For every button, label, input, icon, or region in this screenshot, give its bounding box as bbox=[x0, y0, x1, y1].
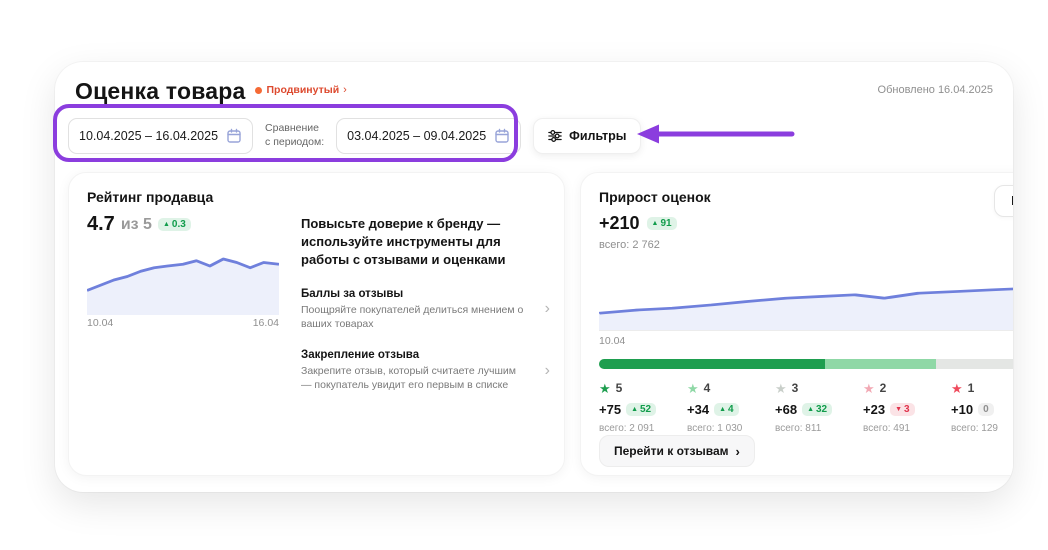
calendar-icon bbox=[226, 128, 242, 144]
period-date-value: 10.04.2025 – 16.04.2025 bbox=[79, 129, 218, 143]
promo-item-points[interactable]: Баллы за отзывы Поощряйте покупателей де… bbox=[301, 288, 550, 331]
growth-axis-label: 10.04 bbox=[599, 335, 625, 347]
star-total: всего: 491 bbox=[863, 423, 951, 434]
plan-badge-label: Продвинутый bbox=[266, 84, 339, 96]
star-label: 1 bbox=[968, 381, 975, 395]
growth-chart bbox=[599, 263, 1013, 331]
star-icon: ★ bbox=[687, 382, 699, 395]
arrow-up-icon: ▲ bbox=[807, 406, 814, 413]
compare-period-label: Сравнение с периодом: bbox=[265, 122, 324, 149]
star-total: всего: 811 bbox=[775, 423, 863, 434]
star-delta: +75 bbox=[599, 402, 621, 417]
distribution-bar bbox=[599, 359, 1013, 369]
promo-column: Повысьте доверие к бренду — используйте … bbox=[301, 215, 550, 392]
arrow-up-icon: ▲ bbox=[719, 406, 726, 413]
seller-rating-value-row: 4.7 из 5 ▲0.3 bbox=[87, 213, 191, 236]
compare-date-value: 03.04.2025 – 09.04.2025 bbox=[347, 129, 486, 143]
star-summary-3: ★ 3 +68 ▲32 всего: 811 bbox=[775, 381, 863, 434]
stars-summary-row: ★ 5 +75 ▲52 всего: 2 091 ★ 4 +34 ▲4 всего: 1… bbox=[599, 381, 1013, 434]
growth-delta-badge: ▲91 bbox=[647, 217, 677, 230]
card-header: Оценка товара Продвинутый › Обновлено 16… bbox=[75, 78, 993, 105]
arrow-down-icon: ▼ bbox=[895, 406, 902, 413]
page-title: Оценка товара bbox=[75, 78, 245, 105]
chevron-right-icon: › bbox=[736, 444, 740, 459]
arrow-up-icon: ▲ bbox=[631, 406, 638, 413]
sparkline-axis-labels: 10.04 16.04 bbox=[87, 317, 279, 329]
updated-timestamp: Обновлено 16.04.2025 bbox=[878, 84, 993, 96]
go-to-reviews-label: Перейти к отзывам bbox=[614, 444, 729, 458]
star-icon: ★ bbox=[863, 382, 875, 395]
seller-rating-sparkline bbox=[87, 245, 279, 315]
filters-button[interactable]: Фильтры bbox=[533, 118, 641, 154]
star-change-badge: 0 bbox=[978, 403, 994, 416]
ratings-growth-title: Прирост оценок bbox=[599, 189, 711, 205]
ratings-growth-panel: Прирост оценок По дням +210 ▲91 всего: 2… bbox=[580, 172, 1013, 476]
seller-rating-panel: Рейтинг продавца 4.7 из 5 ▲0.3 10.04 16.… bbox=[68, 172, 565, 476]
star-label: 4 bbox=[704, 381, 711, 395]
distribution-segment bbox=[825, 359, 936, 369]
compare-date-picker[interactable]: 03.04.2025 – 09.04.2025 bbox=[336, 118, 521, 154]
seller-rating-title: Рейтинг продавца bbox=[87, 189, 213, 205]
axis-end-label: 16.04 bbox=[253, 317, 279, 329]
seller-rating-delta-badge: ▲0.3 bbox=[158, 218, 191, 231]
filters-label: Фильтры bbox=[569, 129, 626, 143]
star-total: всего: 2 091 bbox=[599, 423, 687, 434]
period-date-picker[interactable]: 10.04.2025 – 16.04.2025 bbox=[68, 118, 253, 154]
promo-item-title: Баллы за отзывы bbox=[301, 288, 529, 300]
promo-item-desc: Закрепите отзыв, который считаете лучшим… bbox=[301, 364, 529, 392]
chevron-right-icon: › bbox=[343, 85, 347, 96]
distribution-segment bbox=[599, 359, 825, 369]
star-delta: +68 bbox=[775, 402, 797, 417]
star-icon: ★ bbox=[951, 382, 963, 395]
promo-item-title: Закрепление отзыва bbox=[301, 349, 529, 361]
filters-icon bbox=[548, 129, 562, 143]
star-delta: +34 bbox=[687, 402, 709, 417]
calendar-icon bbox=[494, 128, 510, 144]
star-icon: ★ bbox=[599, 382, 611, 395]
promo-item-desc: Поощряйте покупателей делиться мнением о… bbox=[301, 303, 529, 331]
star-change-badge: ▲32 bbox=[802, 403, 832, 416]
seller-rating-scale: из 5 bbox=[121, 216, 152, 234]
go-to-reviews-button[interactable]: Перейти к отзывам › bbox=[599, 435, 755, 467]
promo-item-pin-review[interactable]: Закрепление отзыва Закрепите отзыв, кото… bbox=[301, 349, 550, 392]
chevron-right-icon: › bbox=[545, 362, 550, 380]
star-change-badge: ▼3 bbox=[890, 403, 915, 416]
star-total: всего: 1 030 bbox=[687, 423, 775, 434]
star-delta: +23 bbox=[863, 402, 885, 417]
promo-item-text: Баллы за отзывы Поощряйте покупателей де… bbox=[301, 288, 529, 331]
arrow-up-icon: ▲ bbox=[652, 220, 659, 227]
promo-heading: Повысьте доверие к бренду — используйте … bbox=[301, 215, 551, 270]
star-total: всего: 129 bbox=[951, 423, 1013, 434]
axis-start-label: 10.04 bbox=[87, 317, 113, 329]
star-summary-5: ★ 5 +75 ▲52 всего: 2 091 bbox=[599, 381, 687, 434]
arrow-up-icon: ▲ bbox=[163, 221, 170, 228]
distribution-segment bbox=[936, 359, 1013, 369]
growth-delta-row: +210 ▲91 bbox=[599, 213, 677, 234]
promo-item-text: Закрепление отзыва Закрепите отзыв, кото… bbox=[301, 349, 529, 392]
star-label: 5 bbox=[616, 381, 623, 395]
star-label: 3 bbox=[792, 381, 799, 395]
star-summary-2: ★ 2 +23 ▼3 всего: 491 bbox=[863, 381, 951, 434]
period-mode-button[interactable]: По дням bbox=[994, 185, 1013, 217]
star-delta: +10 bbox=[951, 402, 973, 417]
screenshot-stage: Оценка товара Продвинутый › Обновлено 16… bbox=[0, 0, 1048, 550]
star-summary-1: ★ 1 +10 0 всего: 129 bbox=[951, 381, 1013, 434]
star-change-badge: ▲52 bbox=[626, 403, 656, 416]
chevron-right-icon: › bbox=[545, 300, 550, 318]
plan-badge[interactable]: Продвинутый › bbox=[255, 84, 346, 96]
toolbar: 10.04.2025 – 16.04.2025 Сравнение с пери… bbox=[68, 118, 641, 154]
plan-dot-icon bbox=[255, 87, 262, 94]
star-icon: ★ bbox=[775, 382, 787, 395]
star-label: 2 bbox=[880, 381, 887, 395]
growth-delta-value: +210 bbox=[599, 213, 640, 234]
seller-rating-value: 4.7 bbox=[87, 213, 115, 236]
star-change-badge: ▲4 bbox=[714, 403, 739, 416]
growth-total: всего: 2 762 bbox=[599, 239, 660, 251]
star-summary-4: ★ 4 +34 ▲4 всего: 1 030 bbox=[687, 381, 775, 434]
product-rating-card: Оценка товара Продвинутый › Обновлено 16… bbox=[55, 62, 1013, 492]
